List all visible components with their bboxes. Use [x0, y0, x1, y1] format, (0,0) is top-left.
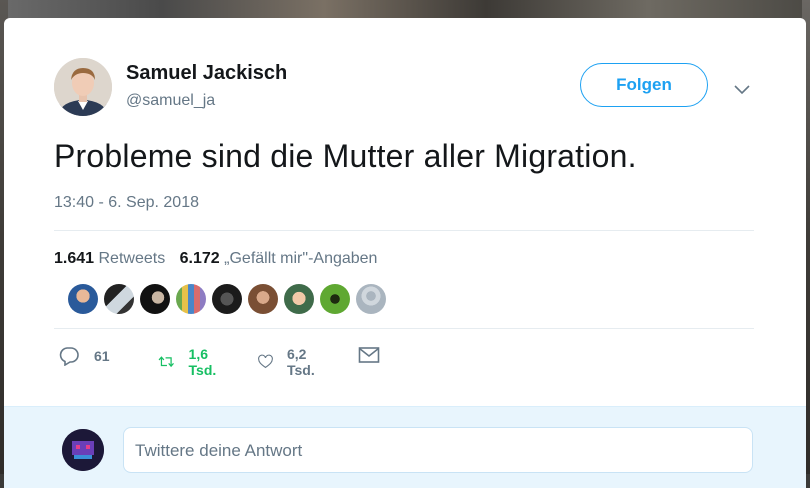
author-handle[interactable]: @samuel_ja [126, 92, 215, 110]
liker-avatar[interactable] [212, 284, 242, 314]
author-name[interactable]: Samuel Jackisch [126, 62, 287, 85]
reply-count: 61 [94, 348, 110, 364]
reply-action[interactable]: 61 [58, 346, 110, 366]
message-icon [358, 347, 380, 363]
follow-button[interactable]: Folgen [580, 63, 708, 107]
liker-avatar[interactable] [248, 284, 278, 314]
liker-avatar[interactable] [68, 284, 98, 314]
liker-avatar[interactable] [104, 284, 134, 314]
heart-icon [258, 354, 273, 369]
liker-avatar[interactable] [176, 284, 206, 314]
retweet-count[interactable]: 1.641 [54, 250, 94, 267]
direct-message-action[interactable] [358, 346, 380, 364]
liker-avatar[interactable] [140, 284, 170, 314]
divider [54, 328, 754, 329]
tweet-text: Probleme sind die Mutter aller Migration… [54, 138, 637, 174]
divider [54, 230, 754, 231]
tweet-card: Samuel Jackisch @samuel_ja Folgen Proble… [4, 18, 806, 488]
author-avatar[interactable] [54, 58, 112, 116]
reply-input[interactable]: Twittere deine Antwort [123, 427, 753, 473]
retweet-label[interactable]: Retweets [99, 250, 166, 267]
tweet-timestamp[interactable]: 13:40 - 6. Sep. 2018 [54, 194, 199, 212]
liker-avatar[interactable] [320, 284, 350, 314]
current-user-avatar [62, 429, 104, 471]
reply-area: Twittere deine Antwort [4, 406, 806, 488]
tweet-stats: 1.641 Retweets 6.172 „Gefällt mir"-Angab… [54, 250, 377, 268]
chevron-down-icon[interactable] [734, 82, 750, 100]
liker-avatars [68, 284, 392, 316]
like-action[interactable]: 6,2 Tsd. [258, 346, 322, 378]
retweet-action-count: 1,6 Tsd. [188, 346, 217, 378]
liker-avatar[interactable] [356, 284, 386, 314]
like-label[interactable]: „Gefällt mir"-Angaben [224, 250, 377, 267]
retweet-action[interactable]: 1,6 Tsd. [158, 346, 224, 378]
like-action-count: 6,2 Tsd. [286, 346, 315, 378]
like-count[interactable]: 6.172 [180, 250, 220, 267]
liker-avatar[interactable] [284, 284, 314, 314]
reply-icon [59, 347, 79, 366]
retweet-icon [158, 356, 174, 368]
